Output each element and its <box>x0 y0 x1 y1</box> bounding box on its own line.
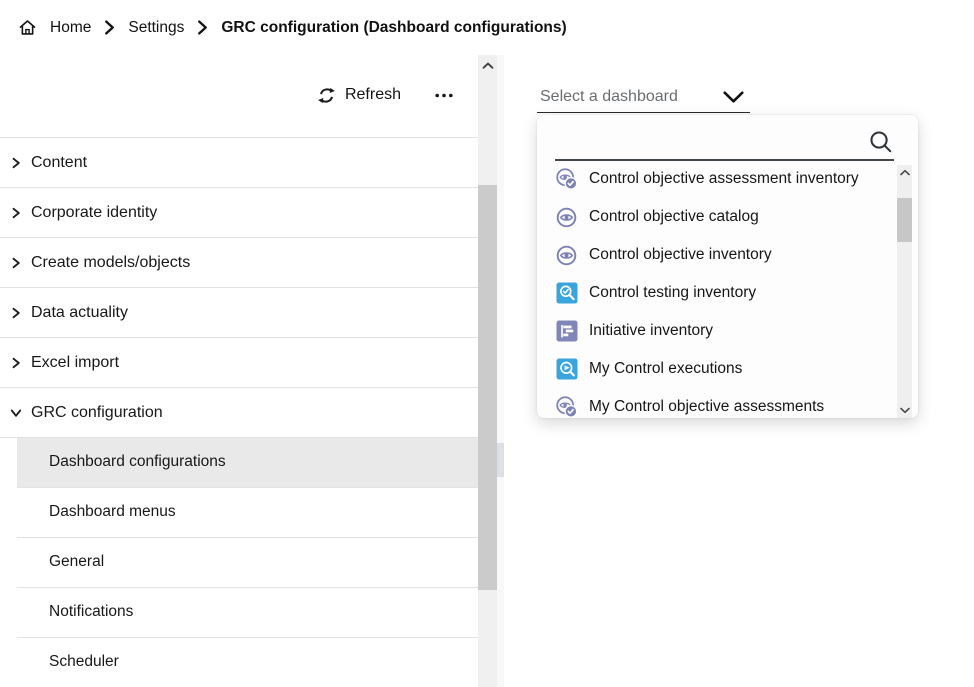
dropdown-search <box>555 121 894 161</box>
sidebar-subitem-dashboard-configurations[interactable]: Dashboard configurations <box>0 437 478 487</box>
chevron-right-icon <box>9 357 22 369</box>
breadcrumb-settings[interactable]: Settings <box>128 19 184 37</box>
eye-icon <box>555 206 578 229</box>
option-label: Control objective catalog <box>589 208 759 226</box>
sidebar-item-data-actuality[interactable]: Data actuality <box>0 287 478 337</box>
eye-icon <box>555 244 578 267</box>
sidebar-item-label: Content <box>31 154 87 172</box>
option-control-objective-inventory[interactable]: Control objective inventory <box>537 236 898 274</box>
chevron-down-icon <box>9 407 22 419</box>
chevron-right-icon <box>104 20 115 35</box>
settings-tree: Content Corporate identity Create models… <box>0 137 478 687</box>
eye-check-icon <box>555 396 578 419</box>
option-label: My Control objective assessments <box>589 398 824 416</box>
sidebar-subitem-scheduler[interactable]: Scheduler <box>0 637 478 687</box>
chevron-down-icon <box>723 91 744 104</box>
sidebar-item-excel-import[interactable]: Excel import <box>0 337 478 387</box>
sidebar-item-label: Excel import <box>31 354 119 372</box>
dropdown-scrollbar[interactable] <box>897 165 912 418</box>
ellipsis-icon <box>435 93 453 98</box>
chevron-right-icon <box>197 20 208 35</box>
sidebar-subitem-dashboard-menus[interactable]: Dashboard menus <box>0 487 478 537</box>
breadcrumb-current-page: GRC configuration (Dashboard configurati… <box>221 19 566 37</box>
gantt-icon <box>555 320 578 343</box>
home-icon[interactable] <box>18 18 37 37</box>
sidebar-subitem-general[interactable]: General <box>0 537 478 587</box>
option-label: Initiative inventory <box>589 322 713 340</box>
option-control-testing-inventory[interactable]: Control testing inventory <box>537 274 898 312</box>
sidebar-item-content[interactable]: Content <box>0 137 478 187</box>
search-icon[interactable] <box>868 129 894 155</box>
sidebar-item-create-models-objects[interactable]: Create models/objects <box>0 237 478 287</box>
sidebar-item-grc-configuration[interactable]: GRC configuration <box>0 387 478 437</box>
dropdown-options: Control objective assessment inventory C… <box>537 160 898 418</box>
dashboard-select[interactable]: Select a dashboard <box>537 82 750 113</box>
chevron-right-icon <box>9 207 22 219</box>
option-initiative-inventory[interactable]: Initiative inventory <box>537 312 898 350</box>
refresh-button-label: Refresh <box>345 86 401 104</box>
pane-scrollbar-thumb[interactable] <box>497 443 504 477</box>
option-label: Control testing inventory <box>589 284 756 302</box>
option-label: Control objective inventory <box>589 246 772 264</box>
breadcrumb-home[interactable]: Home <box>50 19 91 37</box>
scroll-up-icon[interactable] <box>482 62 493 69</box>
option-control-objective-catalog[interactable]: Control objective catalog <box>537 198 898 236</box>
pane-scrollbar[interactable] <box>497 55 504 687</box>
refresh-button[interactable]: Refresh <box>317 86 401 105</box>
breadcrumb: Home Settings GRC configuration (Dashboa… <box>0 0 974 55</box>
option-my-control-executions[interactable]: My Control executions <box>537 350 898 388</box>
sidebar-item-corporate-identity[interactable]: Corporate identity <box>0 187 478 237</box>
eye-check-icon <box>555 168 578 191</box>
sidebar-subitem-label: General <box>49 553 104 571</box>
dropdown-search-input[interactable] <box>555 125 860 157</box>
sidebar-item-label: Corporate identity <box>31 204 157 222</box>
option-my-control-objective-assessments[interactable]: My Control objective assessments <box>537 388 898 418</box>
chevron-right-icon <box>9 157 22 169</box>
dropdown-scrollbar-thumb[interactable] <box>897 198 912 242</box>
overflow-menu-button[interactable] <box>433 89 455 102</box>
option-label: My Control executions <box>589 360 742 378</box>
dashboard-dropdown: Control objective assessment inventory C… <box>537 115 918 418</box>
sidebar-item-label: Data actuality <box>31 304 128 322</box>
option-label: Control objective assessment inventory <box>589 170 859 188</box>
settings-sidebar: Refresh Content Corporate identity <box>0 55 478 687</box>
sidebar-subitem-label: Scheduler <box>49 653 119 671</box>
magnifier-check-icon <box>555 282 578 305</box>
sidebar-scrollbar[interactable] <box>478 55 497 687</box>
magnifier-play-icon <box>555 358 578 381</box>
option-control-objective-assessment-inventory[interactable]: Control objective assessment inventory <box>537 160 898 198</box>
refresh-icon <box>317 86 336 105</box>
sidebar-subitem-label: Dashboard configurations <box>49 453 226 471</box>
sidebar-scrollbar-thumb[interactable] <box>478 185 497 590</box>
sidebar-toolbar: Refresh <box>317 83 455 107</box>
sidebar-subitem-label: Dashboard menus <box>49 503 176 521</box>
chevron-right-icon <box>9 307 22 319</box>
chevron-right-icon <box>9 257 22 269</box>
scroll-down-icon[interactable] <box>900 407 910 414</box>
dashboard-select-placeholder: Select a dashboard <box>540 88 678 106</box>
scroll-up-icon[interactable] <box>900 169 910 176</box>
sidebar-item-label: GRC configuration <box>31 404 163 422</box>
sidebar-subitem-notifications[interactable]: Notifications <box>0 587 478 637</box>
sidebar-subitem-label: Notifications <box>49 603 133 621</box>
sidebar-item-label: Create models/objects <box>31 254 190 272</box>
